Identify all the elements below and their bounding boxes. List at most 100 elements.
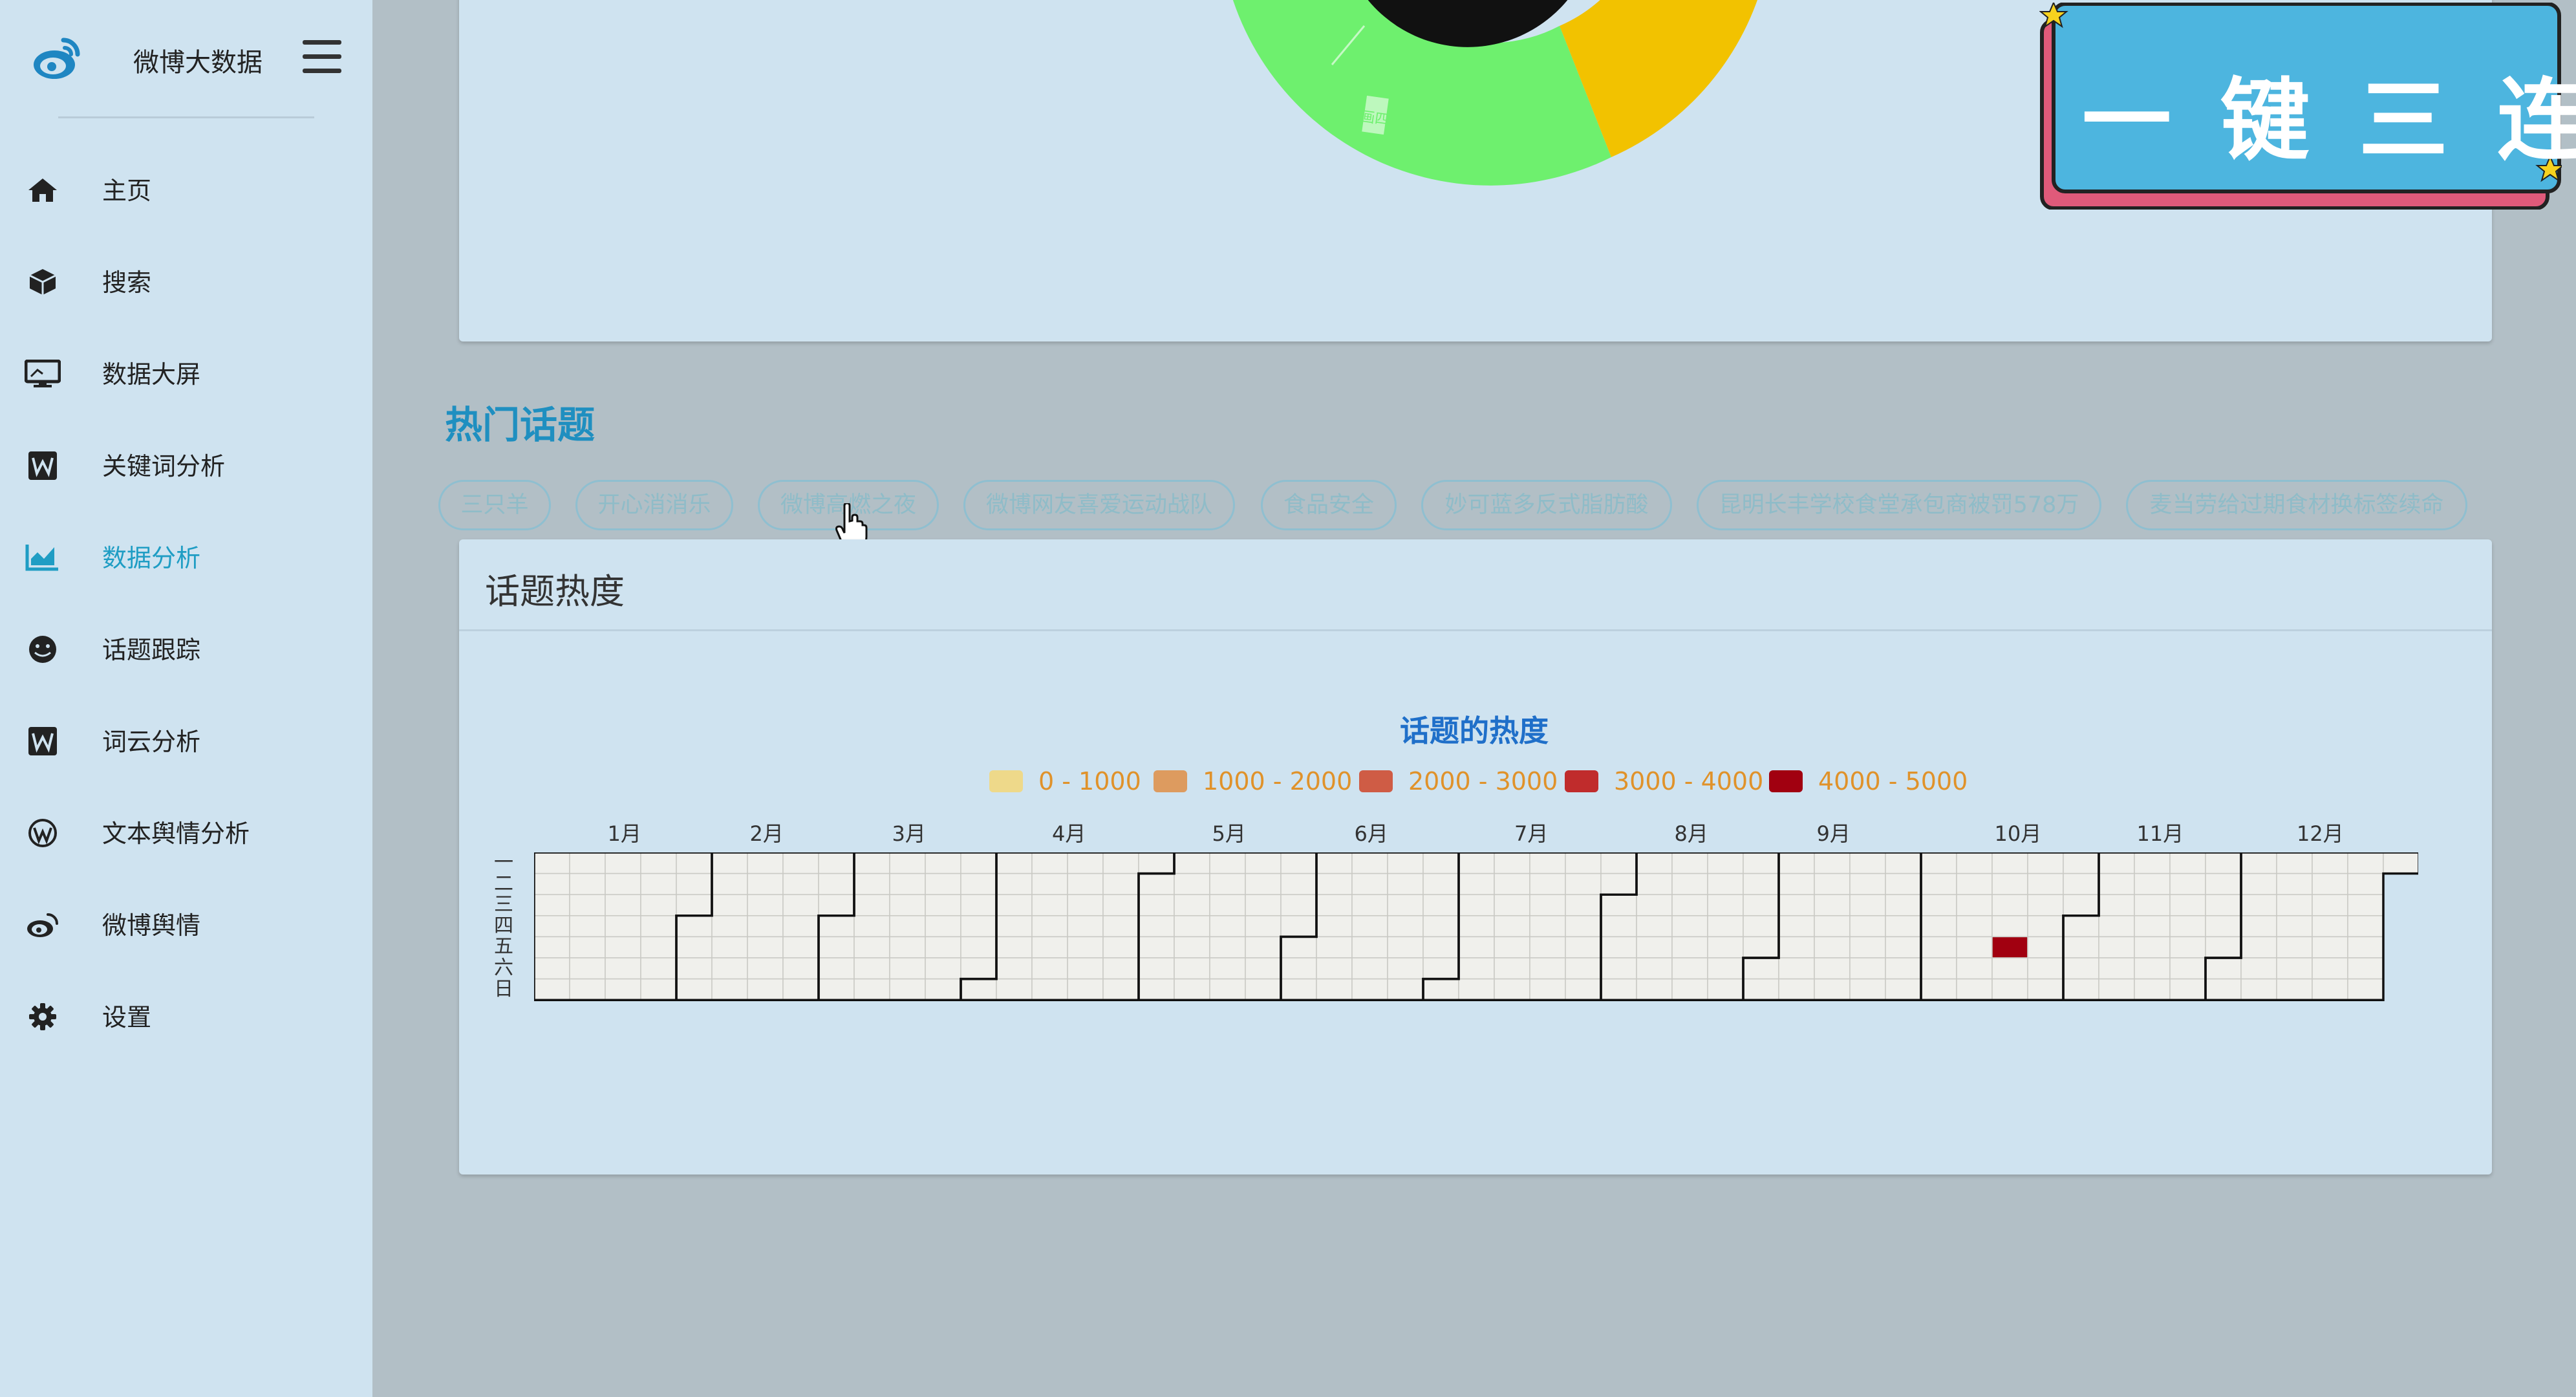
- heatmap-cell[interactable]: [2240, 978, 2277, 1001]
- heatmap-cell[interactable]: [747, 978, 784, 1001]
- heatmap-cell[interactable]: [1849, 915, 1886, 938]
- heatmap-cell[interactable]: [1920, 915, 1957, 938]
- heatmap-cell[interactable]: [782, 978, 819, 1001]
- heatmap-cell[interactable]: [1991, 915, 2028, 938]
- heatmap-cell[interactable]: [1849, 894, 1886, 916]
- heatmap-cell[interactable]: [1174, 936, 1210, 958]
- heatmap-cell[interactable]: [1885, 872, 1922, 895]
- heatmap-cell[interactable]: [1102, 936, 1139, 958]
- heatmap-cell[interactable]: [711, 872, 748, 895]
- heatmap-cell[interactable]: [2347, 936, 2384, 958]
- heatmap-cell[interactable]: [1671, 872, 1708, 895]
- heatmap-cell[interactable]: [2098, 894, 2135, 916]
- heatmap-cell[interactable]: [1849, 936, 1886, 958]
- heatmap-cell[interactable]: [1778, 915, 1815, 938]
- heatmap-cell[interactable]: [2098, 872, 2135, 895]
- heatmap-cell[interactable]: [1174, 978, 1210, 1001]
- heatmap-cell[interactable]: [640, 872, 677, 895]
- heatmap-cell[interactable]: [2098, 915, 2135, 938]
- heatmap-cell[interactable]: [782, 936, 819, 958]
- heatmap-cell[interactable]: [1849, 957, 1886, 980]
- heatmap-cell[interactable]: [747, 957, 784, 980]
- heatmap-cell[interactable]: [2134, 915, 2171, 938]
- heatmap-cell[interactable]: [1565, 936, 1602, 958]
- sidebar-item-topic-tracking[interactable]: 话题跟踪: [0, 617, 372, 682]
- heatmap-cell[interactable]: [2205, 936, 2242, 958]
- heatmap-cell[interactable]: [782, 852, 819, 874]
- sidebar-item-keyword-analysis[interactable]: 关键词分析: [0, 433, 372, 498]
- heatmap-cell[interactable]: [2276, 915, 2313, 938]
- heatmap-cell[interactable]: [1920, 978, 1957, 1001]
- heatmap-cell[interactable]: [1707, 915, 1744, 938]
- heatmap-cell[interactable]: [1707, 936, 1744, 958]
- heatmap-cell[interactable]: [1316, 894, 1353, 916]
- heatmap-cell[interactable]: [1991, 957, 2028, 980]
- heatmap-cell[interactable]: [747, 894, 784, 916]
- heatmap-cell[interactable]: [1458, 872, 1495, 895]
- heatmap-cell[interactable]: [853, 872, 890, 895]
- heatmap-cell[interactable]: [1920, 894, 1957, 916]
- heatmap-cell[interactable]: [2169, 936, 2206, 958]
- heatmap-cell[interactable]: [1600, 936, 1637, 958]
- heatmap-cell[interactable]: [640, 936, 677, 958]
- heatmap-cell[interactable]: [1600, 978, 1637, 1001]
- heatmap-cell[interactable]: [2312, 872, 2348, 895]
- heatmap-cell[interactable]: [1316, 957, 1353, 980]
- heatmap-cell[interactable]: [925, 872, 961, 895]
- heatmap-cell[interactable]: [1280, 957, 1317, 980]
- heatmap-cell[interactable]: [605, 852, 641, 874]
- heatmap-cell[interactable]: [2027, 978, 2064, 1001]
- heatmap-cell[interactable]: [1494, 957, 1530, 980]
- topic-chip[interactable]: 开心消消乐: [575, 480, 733, 530]
- heatmap-cell[interactable]: [1671, 894, 1708, 916]
- heatmap-cell[interactable]: [925, 915, 961, 938]
- heatmap-cell[interactable]: [605, 915, 641, 938]
- heatmap-cell[interactable]: [960, 957, 997, 980]
- heatmap-cell[interactable]: [2063, 915, 2099, 938]
- heatmap-cell[interactable]: [960, 978, 997, 1001]
- heatmap-cell[interactable]: [1565, 957, 1602, 980]
- heatmap-cell[interactable]: [1885, 915, 1922, 938]
- heatmap-cell[interactable]: [2134, 872, 2171, 895]
- heatmap-cell[interactable]: [1529, 936, 1566, 958]
- heatmap-cell[interactable]: [711, 852, 748, 874]
- heatmap-cell[interactable]: [1387, 978, 1424, 1001]
- heatmap-cell[interactable]: [534, 872, 570, 895]
- heatmap-cell[interactable]: [1102, 894, 1139, 916]
- heatmap-cell[interactable]: [2098, 957, 2135, 980]
- heatmap-cell[interactable]: [2205, 872, 2242, 895]
- heatmap-cell[interactable]: [1387, 936, 1424, 958]
- sidebar-item-settings[interactable]: 设置: [0, 984, 372, 1049]
- heatmap-cell[interactable]: [2347, 872, 2384, 895]
- heatmap-cell[interactable]: [1707, 957, 1744, 980]
- heatmap-cell[interactable]: [1743, 957, 1779, 980]
- heatmap-cell[interactable]: [2312, 936, 2348, 958]
- heatmap-cell[interactable]: [1849, 852, 1886, 874]
- heatmap-cell[interactable]: [1138, 852, 1175, 874]
- heatmap-cell[interactable]: [1351, 978, 1388, 1001]
- heatmap-cell[interactable]: [1209, 872, 1246, 895]
- heatmap-cell[interactable]: [1422, 872, 1459, 895]
- heatmap-cell[interactable]: [1422, 915, 1459, 938]
- heatmap-cell[interactable]: [1458, 894, 1495, 916]
- heatmap-cell[interactable]: [818, 894, 855, 916]
- heatmap-cell[interactable]: [569, 894, 606, 916]
- heatmap-cell[interactable]: [1422, 936, 1459, 958]
- heatmap-cell[interactable]: [2347, 915, 2384, 938]
- heatmap-cell[interactable]: [1351, 852, 1388, 874]
- heatmap-cell[interactable]: [2063, 978, 2099, 1001]
- heatmap-cell[interactable]: [1529, 894, 1566, 916]
- heatmap-cell[interactable]: [534, 852, 570, 874]
- heatmap-cell[interactable]: [2205, 978, 2242, 1001]
- heatmap-cell[interactable]: [1636, 915, 1673, 938]
- heatmap-cell[interactable]: [1067, 894, 1104, 916]
- heatmap-cell[interactable]: [2063, 957, 2099, 980]
- heatmap-cell[interactable]: [2169, 894, 2206, 916]
- heatmap-cell[interactable]: [534, 936, 570, 958]
- heatmap-cell[interactable]: [1280, 978, 1317, 1001]
- heatmap-cell[interactable]: [1280, 872, 1317, 895]
- heatmap-cell[interactable]: [782, 872, 819, 895]
- heatmap-cell[interactable]: [1743, 915, 1779, 938]
- heatmap-cell[interactable]: [1280, 852, 1317, 874]
- heatmap-cell[interactable]: [605, 894, 641, 916]
